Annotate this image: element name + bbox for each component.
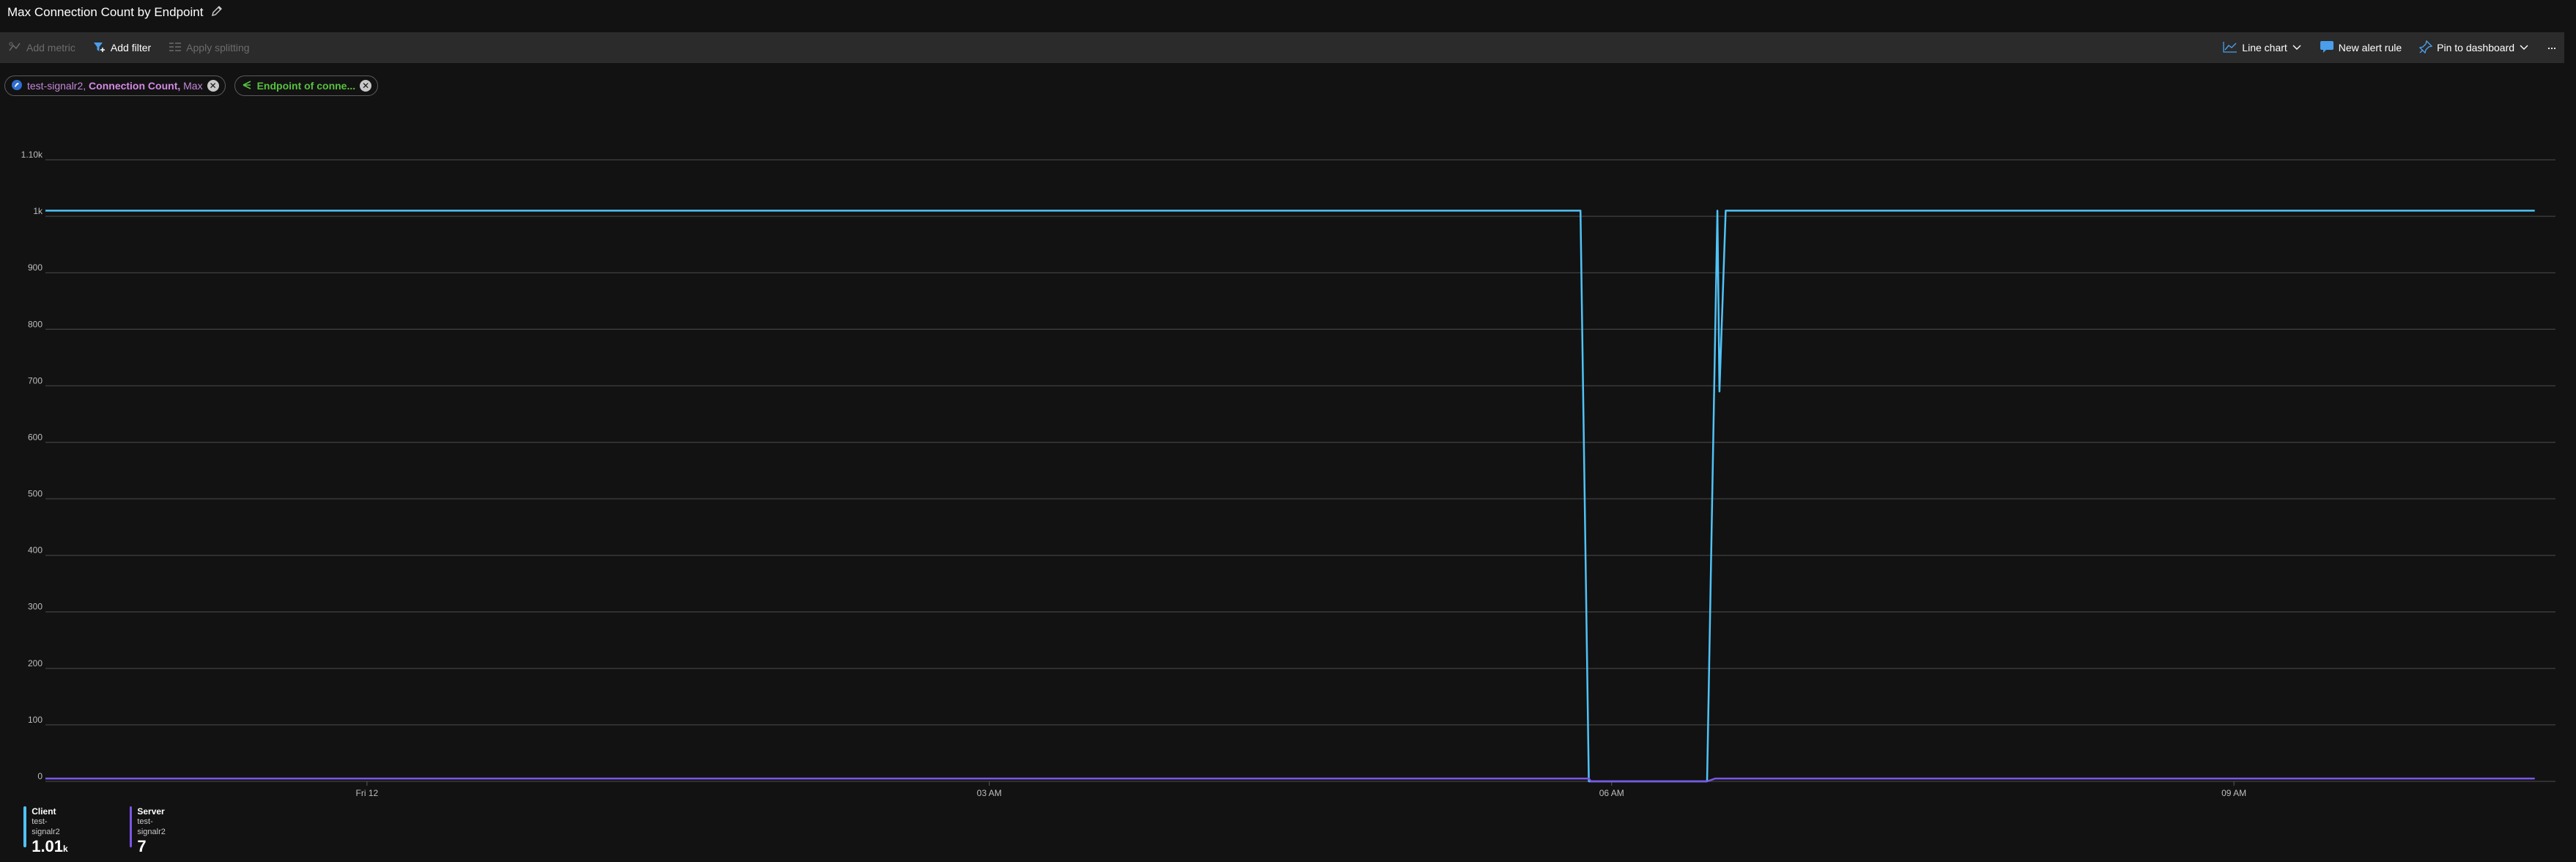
- legend-client-swatch: [23, 806, 27, 847]
- y-tick-label: 1k: [33, 206, 43, 216]
- apply-splitting-button[interactable]: Apply splitting: [160, 32, 258, 63]
- legend-server-resource: test-signalr2: [137, 817, 166, 836]
- chart-title: Max Connection Count by Endpoint: [7, 5, 204, 19]
- x-tick-label: 06 AM: [1599, 788, 1624, 798]
- x-tick-label: Fri 12: [356, 788, 379, 798]
- splitting-pill-icon: [241, 79, 253, 93]
- line-chart-icon: [2223, 41, 2238, 55]
- metric-pill-metric: Connection Count,: [89, 80, 181, 92]
- y-tick-label: 1.10k: [21, 150, 43, 160]
- y-tick-label: 300: [28, 602, 42, 612]
- add-metric-label: Add metric: [26, 42, 75, 54]
- legend-server-name: Server: [137, 806, 165, 817]
- legend-server-value: 7: [137, 837, 147, 855]
- chart-type-dropdown[interactable]: Line chart: [2214, 32, 2310, 63]
- add-metric-button[interactable]: Add metric: [0, 32, 84, 63]
- y-tick-label: 700: [28, 375, 42, 386]
- y-tick-label: 800: [28, 319, 42, 329]
- toolbar-right-group: Line chart New alert rule Pin to dashboa…: [2214, 32, 2564, 63]
- chevron-down-icon: [2519, 42, 2529, 54]
- legend-client-resource: test-signalr2: [32, 817, 60, 836]
- legend-item-client[interactable]: Client test-signalr2 1.01k: [23, 806, 69, 858]
- legend-server-swatch: [130, 806, 133, 847]
- edit-pencil-icon[interactable]: [210, 4, 223, 21]
- legend-client-name: Client: [32, 806, 56, 817]
- x-tick-label: 09 AM: [2221, 788, 2246, 798]
- legend-item-server[interactable]: Server test-signalr2 7: [130, 806, 167, 858]
- apply-splitting-label: Apply splitting: [186, 42, 250, 54]
- splitting-pill-label: Endpoint of conne...: [256, 80, 356, 92]
- chart-header: Max Connection Count by Endpoint: [7, 1, 223, 23]
- y-tick-label: 900: [28, 262, 42, 273]
- more-options-button[interactable]: ···: [2538, 32, 2564, 63]
- x-tick-label: 03 AM: [977, 788, 1002, 798]
- ellipsis-icon: ···: [2547, 40, 2557, 55]
- y-tick-label: 0: [37, 771, 42, 781]
- y-tick-label: 400: [28, 545, 42, 556]
- line-chart[interactable]: 0 100 200 300 400 500 600 700 800 900 1k 1.10k Fri 1…: [0, 139, 2564, 799]
- pin-icon: [2418, 40, 2433, 56]
- y-tick-label: 100: [28, 715, 42, 725]
- metric-pill-aggregation: Max: [183, 80, 203, 92]
- filter-icon: [93, 41, 106, 55]
- series-line-client[interactable]: [45, 210, 2535, 783]
- new-alert-rule-button[interactable]: New alert rule: [2311, 32, 2410, 63]
- alert-icon: [2320, 40, 2334, 56]
- add-filter-button[interactable]: Add filter: [84, 32, 160, 63]
- remove-splitting-close-icon[interactable]: ✕: [360, 80, 372, 92]
- pin-to-dashboard-label: Pin to dashboard: [2437, 42, 2515, 54]
- metric-pills: test-signalr2, Connection Count, Max ✕ E…: [4, 75, 379, 96]
- y-tick-label: 500: [28, 489, 42, 499]
- pin-to-dashboard-dropdown[interactable]: Pin to dashboard: [2410, 32, 2538, 63]
- y-tick-label: 200: [28, 658, 42, 668]
- y-tick-label: 600: [28, 432, 42, 442]
- chart-type-label: Line chart: [2242, 42, 2287, 54]
- chevron-down-icon: [2292, 42, 2302, 54]
- add-filter-label: Add filter: [110, 42, 152, 54]
- remove-metric-close-icon[interactable]: ✕: [207, 80, 219, 92]
- metric-pill[interactable]: test-signalr2, Connection Count, Max ✕: [4, 75, 226, 96]
- add-metric-icon: [9, 41, 22, 55]
- metric-pill-text: test-signalr2, Connection Count, Max: [27, 80, 203, 92]
- splitting-pill[interactable]: Endpoint of conne... ✕: [234, 75, 379, 96]
- splitting-icon: [169, 41, 182, 55]
- resource-icon: [11, 79, 23, 93]
- new-alert-rule-label: New alert rule: [2338, 42, 2402, 54]
- legend-client-value: 1.01k: [32, 837, 68, 855]
- metrics-toolbar: Add metric Add filter Apply splitting Li…: [0, 32, 2564, 63]
- metric-pill-resource: test-signalr2,: [27, 80, 86, 92]
